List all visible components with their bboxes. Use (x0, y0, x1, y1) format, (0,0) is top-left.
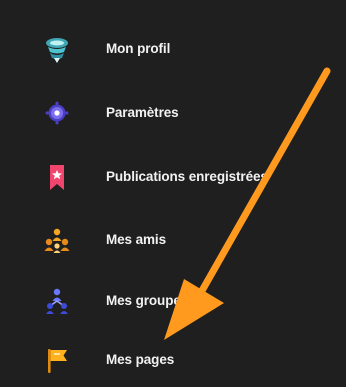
menu-item-mon-profil[interactable]: Mon profil (0, 22, 346, 76)
menu-item-mes-pages[interactable]: Mes pages (0, 333, 346, 387)
settings-icon (40, 96, 74, 130)
menu-item-label: Mon profil (106, 41, 171, 56)
menu-item-label: Mes groupes (106, 293, 189, 308)
friends-icon (40, 223, 74, 257)
side-menu: Mon profil Paramètres Publications enreg… (0, 0, 346, 381)
menu-item-mes-groupes[interactable]: Mes groupes (0, 274, 346, 328)
menu-item-label: Mes amis (106, 232, 166, 247)
menu-item-publications-enregistrees[interactable]: Publications enregistrées (0, 150, 346, 204)
menu-item-parametres[interactable]: Paramètres (0, 86, 346, 140)
menu-item-label: Paramètres (106, 105, 179, 120)
bookmark-icon (40, 160, 74, 194)
menu-item-label: Publications enregistrées (106, 169, 268, 184)
profile-icon (40, 32, 74, 66)
menu-item-label: Mes pages (106, 352, 175, 367)
menu-item-mes-amis[interactable]: Mes amis (0, 213, 346, 267)
pages-flag-icon (40, 343, 74, 377)
groups-icon (40, 284, 74, 318)
